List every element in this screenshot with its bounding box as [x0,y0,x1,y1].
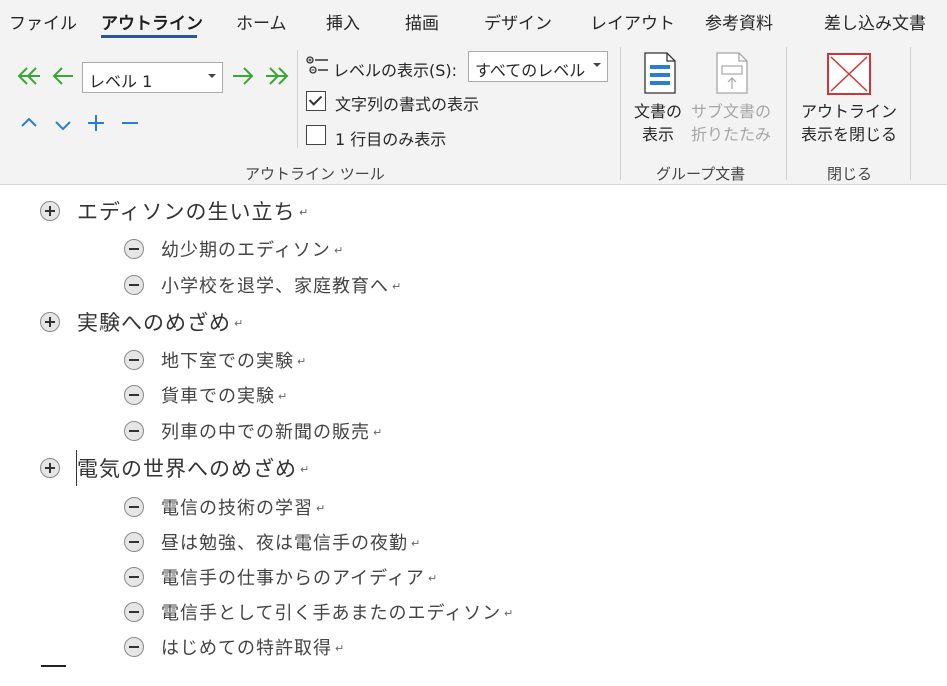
paragraph-mark-icon: ↵ [234,317,244,330]
collapse-minus-icon[interactable] [124,385,144,405]
minus-icon [122,122,138,124]
move-up-button[interactable] [20,114,38,137]
collapse-minus-icon[interactable] [124,602,144,622]
paragraph-mark-icon: ↵ [316,502,326,515]
left-arrow-icon[interactable] [51,65,75,92]
paragraph-mark-icon: ↵ [334,244,344,257]
tab-design[interactable]: デザイン [484,9,552,34]
paragraph-mark-icon: ↵ [335,642,345,655]
outline-item-text: 小学校を退学、家庭教育へ [161,276,389,297]
master-document-group-label: グループ文書 [656,165,746,183]
outline-level-dropdown[interactable]: レベル 1 [82,62,223,93]
show-first-line-only-label: 1 行目のみ表示 [335,130,447,149]
outline-item-text: 電信の技術の学習 [161,498,313,519]
tab-file[interactable]: ファイル [9,9,77,34]
expand-plus-icon[interactable] [40,312,60,332]
plus-icon [88,115,104,131]
paragraph-mark-icon: ↵ [373,426,383,439]
tab-draw[interactable]: 描画 [405,9,439,34]
collapse-subdocs-line1: サブ文書の [691,102,772,121]
close-group-label: 閉じる [827,165,873,183]
collapse-subdocuments-button[interactable]: サブ文書の 折りたたみ [691,100,771,146]
right-arrow-icon[interactable] [231,65,255,92]
collapse-minus-icon[interactable] [124,567,144,587]
paragraph-mark-icon: ↵ [278,390,288,403]
chevron-down-icon [208,74,216,78]
outline-item-text: 貨車での実験 [161,386,275,407]
close-outline-line1: アウトライン [801,102,898,121]
outline-tools-group-label: アウトライン ツール [245,165,385,183]
separator [910,47,911,180]
document-area[interactable]: エディソンの生い立ち ↵ 幼少期のエディソン ↵ 小学校を退学、家庭教育へ ↵ 実験へのめざ… [0,186,947,686]
close-outline-view-button[interactable]: アウトライン 表示を閉じる [801,100,897,146]
tab-mailings[interactable]: 差し込み文書 [824,9,926,34]
outline-item-text: 列車の中での新聞の販売 [161,422,370,443]
chevron-down-icon [55,121,71,131]
paragraph-mark-icon: ↵ [504,607,514,620]
show-document-line1: 文書の [634,102,683,121]
tab-outline[interactable]: アウトライン [101,9,203,34]
separator [786,47,787,180]
collapse-minus-icon[interactable] [124,350,144,370]
paragraph-mark-icon: ↵ [428,572,438,585]
outline-item-text: 電気の世界へのめざめ [77,457,297,481]
tab-insert[interactable]: 挿入 [326,9,360,34]
outline-item-text: 実験へのめざめ [77,311,231,335]
double-right-arrow-icon[interactable] [264,65,290,92]
outline-item-text: はじめての特許取得 [161,638,332,659]
collapse-subdocuments-icon [715,52,749,98]
collapse-minus-icon[interactable] [124,275,144,295]
collapse-subdocs-line2: 折りたたみ [691,125,772,144]
tab-layout[interactable]: レイアウト [590,9,675,34]
paragraph-mark-icon: ↵ [299,206,309,219]
text-cursor [76,450,77,486]
outline-item-text: 昼は勉強、夜は電信手の夜勤 [161,533,408,554]
paragraph-mark-icon: ↵ [392,280,402,293]
collapse-minus-icon[interactable] [124,637,144,657]
collapse-minus-icon[interactable] [124,532,144,552]
show-document-button[interactable]: 文書の 表示 [634,100,682,146]
end-of-document-marker [41,665,66,667]
ribbon: レベル 1 レベルの表示(S): すべてのレベル 文字列の書式の表示 1 行目の… [0,42,947,185]
collapse-minus-icon[interactable] [124,421,144,441]
checkmark-icon [308,92,323,106]
outline-level-value: レベル 1 [89,72,153,91]
outline-item-text: 電信手の仕事からのアイディア [161,568,425,589]
collapse-button[interactable] [121,114,139,137]
active-tab-indicator [101,35,197,38]
close-outline-line2: 表示を閉じる [801,125,898,144]
show-first-line-only-checkbox[interactable] [306,125,326,145]
paragraph-mark-icon: ↵ [300,463,310,476]
separator [620,47,621,180]
chevron-up-icon [21,117,37,127]
expand-button[interactable] [87,114,105,137]
show-text-formatting-checkbox[interactable] [306,91,326,111]
separator [297,50,298,148]
collapse-minus-icon[interactable] [124,497,144,517]
tab-home[interactable]: ホーム [236,9,287,34]
expand-plus-icon[interactable] [40,458,60,478]
show-level-label: レベルの表示(S): [333,61,458,80]
outline-item-text: エディソンの生い立ち [77,200,296,224]
close-icon[interactable] [827,53,871,99]
show-level-dropdown[interactable]: すべてのレベル [468,51,608,82]
chevron-down-icon [593,63,601,67]
show-text-formatting-label: 文字列の書式の表示 [335,95,480,114]
outline-item-text: 幼少期のエディソン [161,240,331,261]
show-level-icon [306,54,330,78]
ribbon-tabs: ファイル アウトライン ホーム 挿入 描画 デザイン レイアウト 参考資料 差し… [0,0,947,42]
outline-item-text: 電信手として引く手あまたのエディソン [161,603,502,624]
outline-item-text: 地下室での実験 [161,351,294,372]
double-left-arrow-icon[interactable] [16,65,42,92]
move-down-button[interactable] [54,116,72,139]
paragraph-mark-icon: ↵ [297,355,307,368]
expand-plus-icon[interactable] [40,201,60,221]
show-document-line2: 表示 [642,125,675,144]
tab-references[interactable]: 参考資料 [705,9,773,34]
paragraph-mark-icon: ↵ [411,537,421,550]
show-level-value: すべてのレベル [475,61,586,80]
show-document-icon[interactable] [643,52,677,98]
collapse-minus-icon[interactable] [124,239,144,259]
